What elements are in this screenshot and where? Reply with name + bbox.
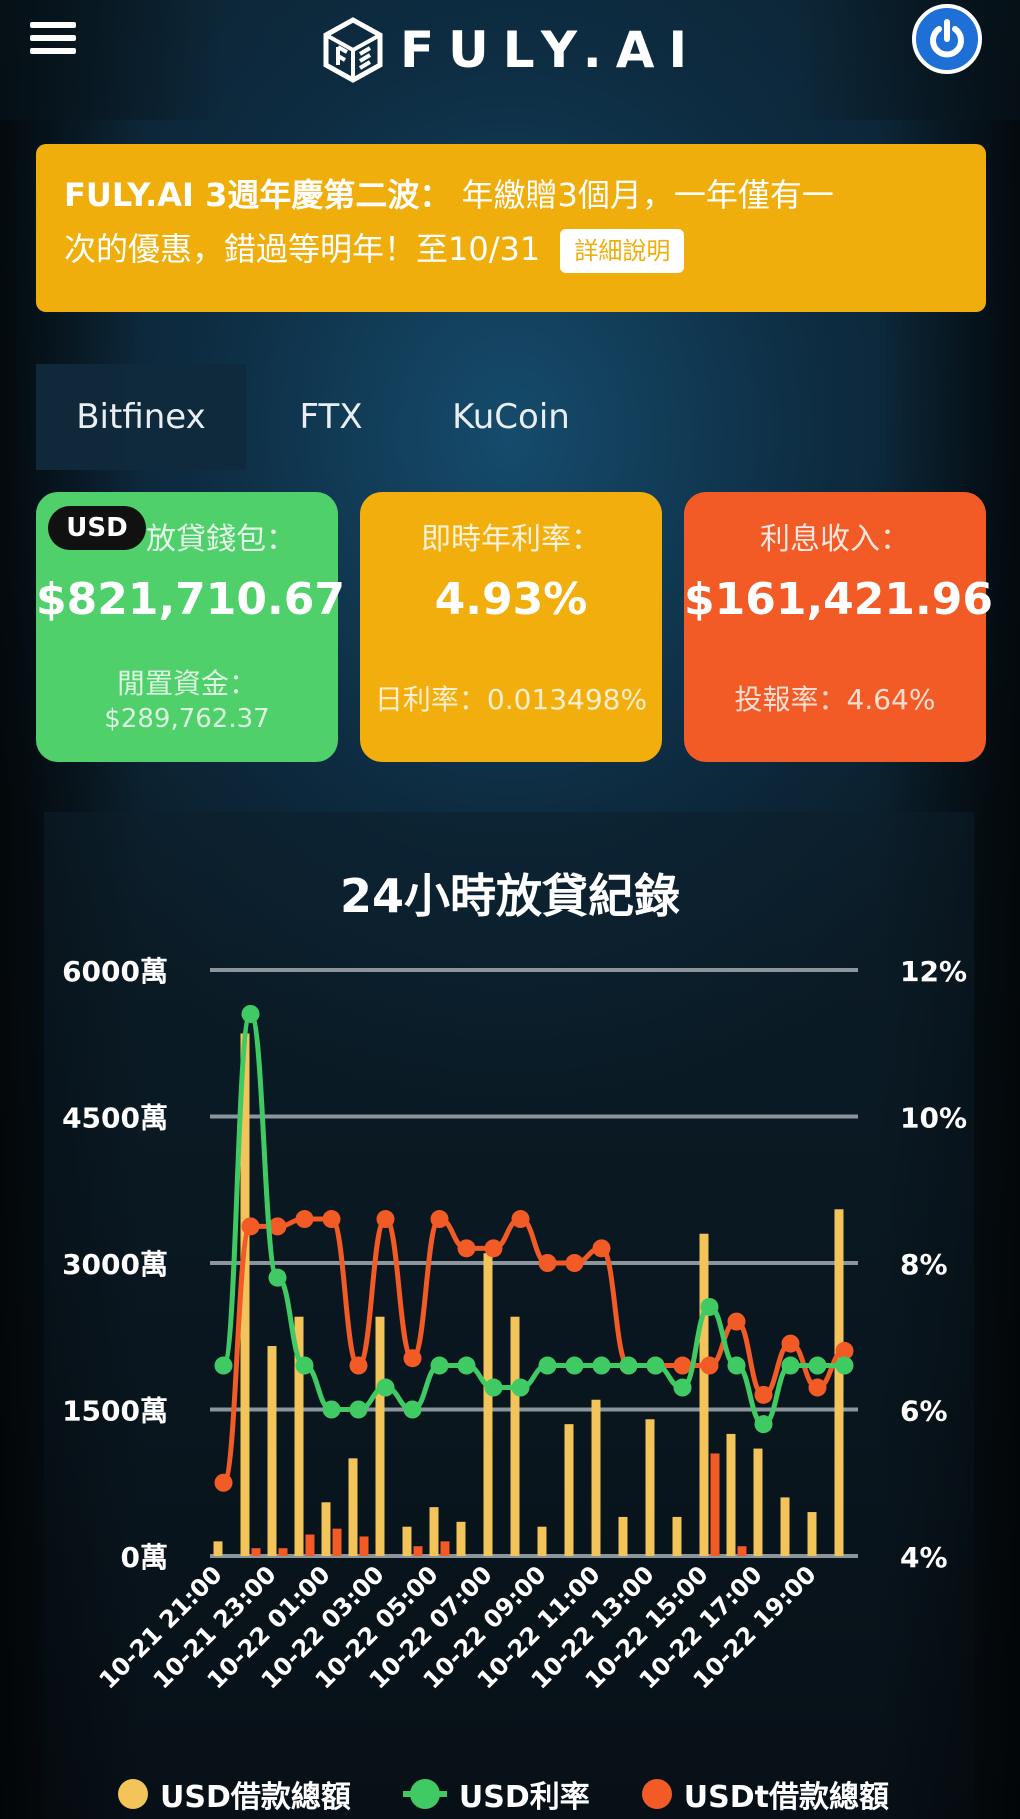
usdt-loan-bar — [332, 1528, 342, 1556]
usd-loan-bar — [348, 1458, 358, 1556]
usdt-rate-point — [214, 1473, 233, 1492]
usd-rate-point — [754, 1415, 773, 1434]
usdt-rate-point — [241, 1217, 260, 1236]
usdt-rate-line — [221, 1216, 846, 1486]
usd-rate-point — [700, 1297, 719, 1316]
legend-usdt-loan-dot — [641, 1779, 672, 1809]
usd-loan-bar — [618, 1516, 628, 1556]
usd-rate-point — [592, 1356, 611, 1375]
usd-loan-bar — [591, 1399, 601, 1556]
usdt-rate-point — [322, 1210, 341, 1229]
usdt-rate-point — [808, 1378, 827, 1397]
legend-usdt-loan-label: USDt借款總額 — [683, 1780, 889, 1815]
usd-loan-bar — [537, 1526, 547, 1556]
usd-rate-point — [808, 1356, 827, 1375]
page: FULY.AI FULY.AI 3週年慶第二波： 年繳贈3個月，一年僅有一 次的… — [0, 0, 1020, 1819]
usd-rate-point — [322, 1400, 341, 1419]
y-left-tick-label: 1500萬 — [62, 1395, 168, 1428]
usd-loan-bar — [213, 1541, 223, 1556]
usd-rate-point — [646, 1356, 665, 1375]
usd-rate-point — [565, 1356, 584, 1375]
usd-loan-bar — [510, 1316, 520, 1556]
usd-rate-point — [376, 1378, 395, 1397]
usd-loan-bar — [267, 1346, 277, 1556]
usd-loan-bar — [807, 1512, 817, 1556]
legend-usd-loan[interactable]: USD借款總額 — [118, 1772, 351, 1816]
lending-chart: 6000萬 12%4500萬 10%3000萬 8%1500萬 6%0萬 4%10-21 … — [62, 955, 967, 1694]
y-left-tick-label: 4500萬 — [62, 1102, 168, 1135]
usdt-loan-bar — [278, 1548, 288, 1556]
usdt-loan-bar — [413, 1546, 423, 1556]
usd-rate-point — [241, 1004, 260, 1023]
y-left-tick-label: 6000萬 — [62, 955, 168, 988]
usd-loan-bar — [402, 1526, 412, 1556]
usdt-rate-point — [565, 1254, 584, 1272]
usd-rate-point — [619, 1356, 638, 1375]
usdt-rate-point — [754, 1385, 773, 1404]
usdt-rate-point — [295, 1210, 314, 1229]
usd-rate-point — [727, 1356, 746, 1375]
usdt-loan-bar — [737, 1546, 747, 1556]
usdt-loan-bar — [440, 1541, 450, 1556]
usdt-loan-bar — [305, 1534, 315, 1556]
usd-loan-bar — [456, 1521, 466, 1556]
y-right-tick-label: 12% — [900, 955, 967, 988]
usd-rate-point — [511, 1378, 530, 1397]
usd-rate-point — [268, 1268, 287, 1287]
y-right-tick-label: 10% — [900, 1102, 967, 1135]
usd-rate-point — [214, 1356, 233, 1375]
usd-rate-point — [457, 1356, 476, 1375]
usd-loan-bar — [834, 1209, 844, 1556]
legend-usd-rate[interactable]: USD利率 — [402, 1772, 590, 1816]
y-right-tick-label: 8% — [900, 1248, 948, 1281]
usd-rate-point — [349, 1400, 368, 1419]
usd-rate-point — [403, 1400, 422, 1419]
usdt-rate-point — [781, 1334, 800, 1353]
usd-loan-bar — [321, 1502, 331, 1556]
usd-rate-point — [430, 1356, 449, 1375]
legend-usd-loan-label: USD借款總額 — [160, 1780, 351, 1815]
usdt-rate-point — [511, 1210, 530, 1229]
usd-loan-bar — [780, 1497, 790, 1556]
legend-usdt-loan[interactable]: USDt借款總額 — [641, 1772, 889, 1816]
usdt-rate-point — [484, 1239, 503, 1258]
usdt-rate-point — [592, 1239, 611, 1258]
usd-loan-bar — [483, 1253, 493, 1556]
usd-loan-bar — [672, 1516, 682, 1556]
y-right-tick-label: 4% — [900, 1541, 948, 1574]
usdt-rate-point — [430, 1210, 449, 1229]
usd-rate-point — [673, 1378, 692, 1397]
usd-loan-bar — [375, 1316, 385, 1556]
usdt-loan-bar — [251, 1548, 261, 1556]
y-left-tick-label: 3000萬 — [62, 1248, 168, 1281]
usd-loan-bar — [726, 1433, 736, 1556]
usdt-rate-point — [376, 1210, 395, 1229]
legend-usd-rate-label: USD利率 — [458, 1780, 590, 1815]
usdt-rate-point — [538, 1254, 557, 1272]
usd-loan-bar — [699, 1233, 709, 1556]
usdt-rate-point — [403, 1349, 422, 1368]
usd-loan-bar — [429, 1507, 439, 1556]
usd-rate-point — [781, 1356, 800, 1375]
usd-rate-point — [484, 1378, 503, 1397]
usdt-rate-point — [727, 1312, 746, 1331]
legend-usd-loan-dot — [118, 1779, 148, 1809]
legend-usd-rate-marker — [402, 1779, 447, 1809]
usd-loan-bar — [564, 1424, 574, 1556]
chart-legend: USD借款總額 USD利率 USDt借款總額 — [118, 1772, 889, 1816]
usdt-rate-point — [457, 1239, 476, 1258]
usd-loan-bar — [645, 1419, 655, 1556]
usdt-rate-point — [700, 1356, 719, 1375]
usd-rate-point — [835, 1356, 854, 1375]
y-left-tick-label: 0萬 — [121, 1541, 168, 1574]
y-right-tick-label: 6% — [900, 1395, 948, 1428]
usd-rate-point — [538, 1356, 557, 1375]
usdt-rate-point — [349, 1356, 368, 1375]
usdt-loan-bar — [359, 1536, 369, 1556]
usdt-loan-bar — [710, 1453, 720, 1556]
usd-loan-bar — [753, 1448, 763, 1556]
usd-rate-point — [295, 1356, 314, 1375]
